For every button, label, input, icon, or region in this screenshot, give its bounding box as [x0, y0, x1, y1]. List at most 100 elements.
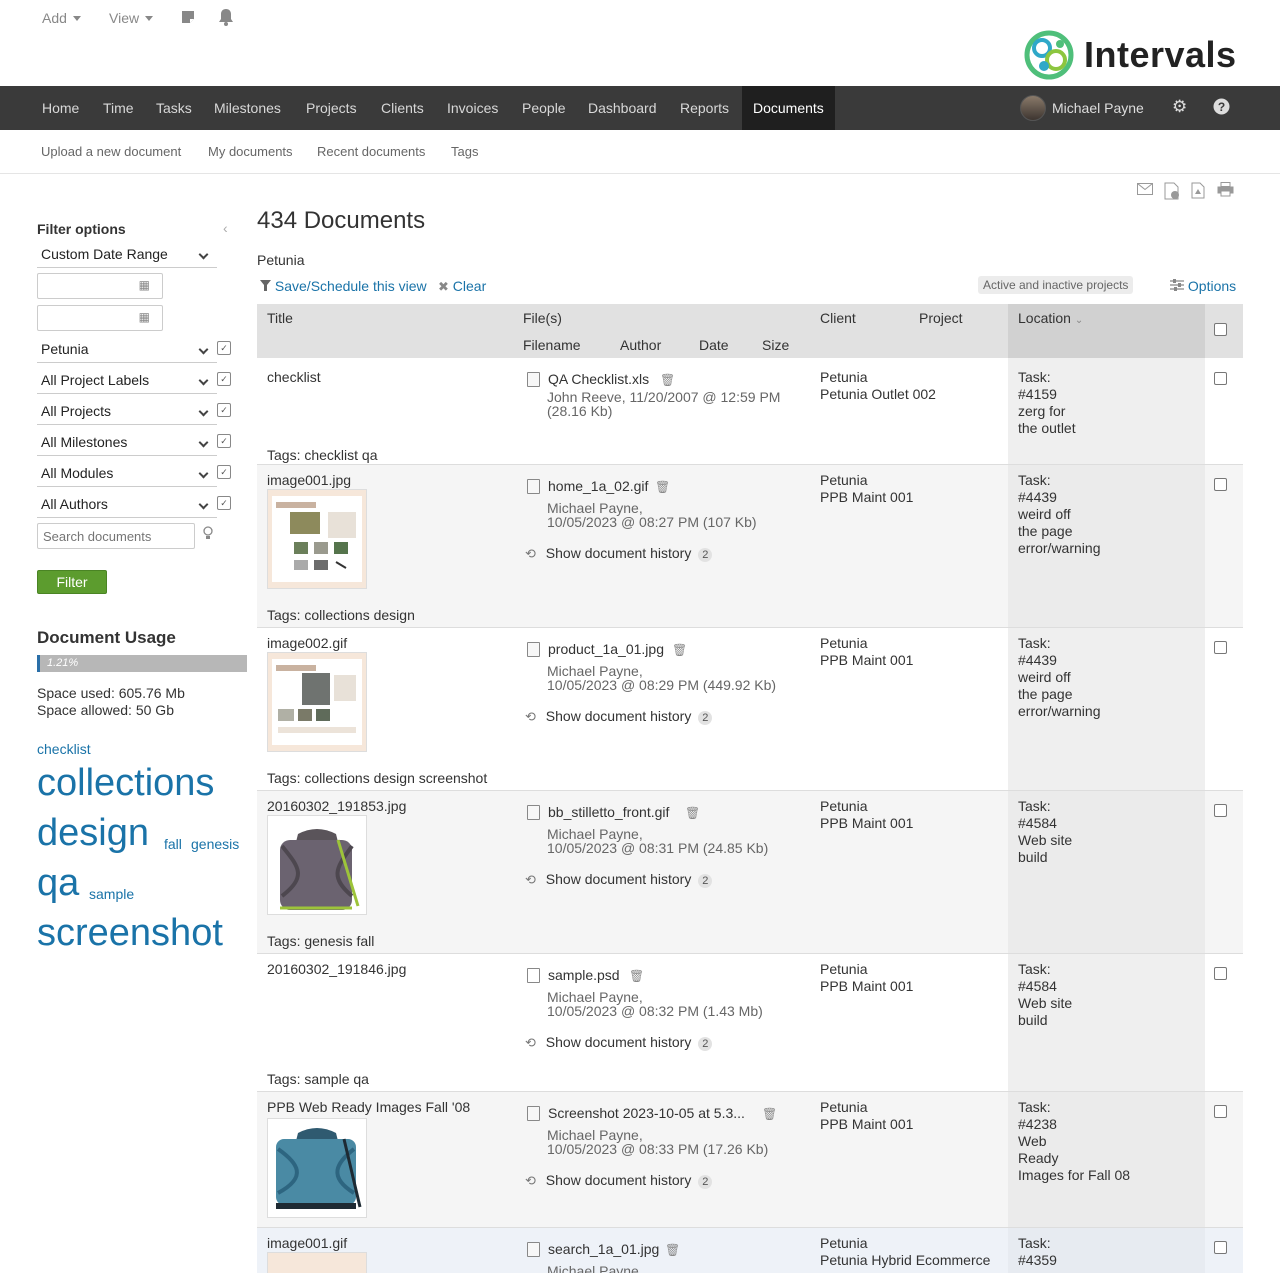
location-task-name[interactable]: build [1018, 849, 1048, 866]
project-cell[interactable]: PPB Maint 001 [820, 978, 913, 995]
location-task-name[interactable]: Web [1018, 1133, 1047, 1150]
view-menu-label[interactable]: View [109, 10, 139, 26]
location-task-name[interactable]: the page [1018, 523, 1073, 540]
projects-select[interactable]: All Projects [37, 399, 217, 425]
location-task-name[interactable]: the outlet [1018, 420, 1076, 437]
column-client[interactable]: Client [820, 310, 856, 326]
show-history-link[interactable]: ⟲ Show document history 2 [525, 545, 713, 562]
options-label[interactable]: Options [1188, 278, 1236, 294]
trash-icon[interactable]: 🗑 [665, 1243, 680, 1257]
location-task-id[interactable]: #4584 [1018, 815, 1057, 832]
multi-select-icon[interactable]: ✓ [217, 403, 231, 417]
trash-icon[interactable]: 🗑 [660, 373, 675, 387]
row-checkbox[interactable] [1214, 641, 1227, 654]
file-name-link[interactable]: product_1a_01.jpg [548, 641, 664, 658]
location-task-id[interactable]: #4159 [1018, 386, 1057, 403]
multi-select-icon[interactable]: ✓ [217, 341, 231, 355]
multi-select-icon[interactable]: ✓ [217, 465, 231, 479]
nav-item-home[interactable]: Home [42, 86, 79, 130]
location-task-id[interactable]: #4238 [1018, 1116, 1057, 1133]
view-menu[interactable]: View [109, 10, 154, 26]
file-name-link[interactable]: home_1a_02.gif [548, 478, 648, 495]
note-icon[interactable] [181, 10, 195, 27]
file-name-link[interactable]: sample.psd [548, 967, 620, 984]
project-cell[interactable]: Petunia Hybrid Ecommerce [820, 1252, 990, 1269]
tag-genesis[interactable]: genesis [191, 836, 239, 852]
tag-collections[interactable]: collections [37, 762, 214, 805]
tag-checklist[interactable]: checklist [37, 741, 91, 757]
column-date[interactable]: Date [699, 337, 729, 353]
row-checkbox[interactable] [1214, 372, 1227, 385]
location-task-name[interactable]: error/warning [1018, 540, 1100, 557]
trash-icon[interactable]: 🗑 [685, 806, 700, 820]
select-all-checkbox[interactable] [1214, 323, 1227, 336]
file-name-link[interactable]: Screenshot 2023-10-05 at 5.3... [548, 1105, 745, 1122]
location-task-id[interactable]: #4584 [1018, 978, 1057, 995]
lightbulb-icon[interactable] [203, 526, 213, 543]
trash-icon[interactable]: 🗑 [629, 969, 644, 983]
column-size[interactable]: Size [762, 337, 789, 353]
location-task-name[interactable]: Ready [1018, 1150, 1058, 1167]
nav-item-documents[interactable]: Documents [742, 86, 835, 130]
bell-icon[interactable] [217, 8, 235, 29]
modules-select[interactable]: All Modules [37, 461, 217, 487]
document-thumbnail[interactable] [267, 815, 367, 915]
authors-select[interactable]: All Authors [37, 492, 217, 518]
gear-icon[interactable]: ⚙ [1172, 97, 1187, 117]
document-thumbnail[interactable] [267, 652, 367, 752]
document-title[interactable]: checklist [267, 369, 321, 386]
save-view-link[interactable]: Save/Schedule this view [260, 278, 427, 294]
nav-item-reports[interactable]: Reports [680, 86, 729, 130]
column-location-label[interactable]: Location [1018, 310, 1071, 326]
multi-select-icon[interactable]: ✓ [217, 496, 231, 510]
document-title[interactable]: 20160302_191853.jpg [267, 798, 406, 815]
help-icon[interactable]: ? [1213, 98, 1230, 120]
location-task-name[interactable]: Web site [1018, 832, 1072, 849]
add-menu[interactable]: Add [42, 10, 81, 26]
nav-item-clients[interactable]: Clients [381, 86, 424, 130]
project-cell[interactable]: PPB Maint 001 [820, 815, 913, 832]
nav-item-tasks[interactable]: Tasks [156, 86, 192, 130]
project-cell[interactable]: PPB Maint 001 [820, 1116, 913, 1133]
tag-qa[interactable]: qa [37, 862, 79, 905]
start-date-input[interactable]: ▦ [37, 273, 163, 299]
document-thumbnail[interactable] [267, 1118, 367, 1218]
document-title[interactable]: 20160302_191846.jpg [267, 961, 406, 978]
document-title[interactable]: image002.gif [267, 635, 347, 652]
column-location[interactable]: Location ⌄ [1018, 310, 1083, 326]
file-name-link[interactable]: bb_stilletto_front.gif [548, 804, 669, 821]
tag-design[interactable]: design [37, 812, 149, 855]
client-select[interactable]: Petunia [37, 337, 217, 363]
show-history-label[interactable]: Show document history [546, 871, 692, 887]
project-cell[interactable]: PPB Maint 001 [820, 652, 913, 669]
save-view-label[interactable]: Save/Schedule this view [275, 278, 427, 294]
calendar-icon[interactable]: ▦ [139, 310, 150, 324]
file-name-link[interactable]: QA Checklist.xls [548, 371, 649, 388]
multi-select-icon[interactable]: ✓ [217, 434, 231, 448]
nav-item-people[interactable]: People [522, 86, 566, 130]
projects-status-badge[interactable]: Active and inactive projects [978, 276, 1134, 294]
document-title[interactable]: image001.gif [267, 1235, 347, 1252]
column-title[interactable]: Title [267, 310, 293, 326]
nav-item-invoices[interactable]: Invoices [447, 86, 498, 130]
show-history-link[interactable]: ⟲ Show document history 2 [525, 871, 713, 888]
column-author[interactable]: Author [620, 337, 661, 353]
tag-screenshot[interactable]: screenshot [37, 912, 223, 955]
project-cell[interactable]: PPB Maint 001 [820, 489, 913, 506]
milestones-select[interactable]: All Milestones [37, 430, 217, 456]
pdf-export-icon[interactable] [1191, 182, 1205, 202]
tag-sample[interactable]: sample [89, 886, 134, 902]
chevron-left-icon[interactable]: ‹ [223, 220, 228, 236]
clear-link[interactable]: ✖ Clear [438, 278, 486, 295]
end-date-input[interactable]: ▦ [37, 305, 163, 331]
subnav-tags[interactable]: Tags [451, 144, 478, 159]
nav-item-dashboard[interactable]: Dashboard [588, 86, 657, 130]
row-checkbox[interactable] [1214, 1241, 1227, 1254]
location-task-name[interactable]: the page [1018, 686, 1073, 703]
row-checkbox[interactable] [1214, 967, 1227, 980]
user-name[interactable]: Michael Payne [1052, 100, 1144, 116]
row-checkbox[interactable] [1214, 804, 1227, 817]
location-task-name[interactable]: Images for Fall 08 [1018, 1167, 1130, 1184]
show-history-link[interactable]: ⟲ Show document history 2 [525, 1034, 713, 1051]
column-project[interactable]: Project [919, 310, 963, 326]
